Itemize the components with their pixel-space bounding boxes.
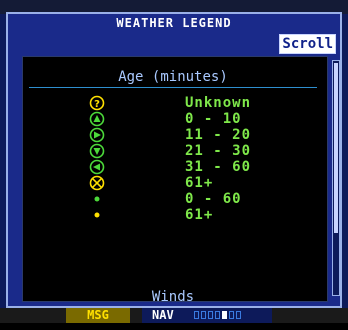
lightning-61plus-icon xyxy=(89,175,105,191)
scrollbar-thumb[interactable] xyxy=(334,63,338,233)
winds-section-title: Winds xyxy=(151,289,195,302)
page-pip xyxy=(201,311,206,319)
legend-row-11-20: 11 - 20 xyxy=(23,127,323,143)
lightning-0-10-icon xyxy=(89,111,105,127)
legend-label: 0 - 60 xyxy=(185,191,242,207)
page-pip xyxy=(194,311,199,319)
svg-text:?: ? xyxy=(94,99,100,110)
legend-row-21-30: 21 - 30 xyxy=(23,143,323,159)
lightning-11-20-icon xyxy=(89,127,105,143)
lightning-21-30-icon xyxy=(89,143,105,159)
lightning-unknown-icon: ? xyxy=(89,95,105,111)
legend-label: 0 - 10 xyxy=(185,111,242,127)
legend-row-31-60: 31 - 60 xyxy=(23,159,323,175)
legend-row-yellow-dot: 61+ xyxy=(23,207,323,223)
page-pip xyxy=(215,311,220,319)
weather-legend-dialog: WEATHER LEGEND Scroll Age (minutes) ? Un… xyxy=(6,12,342,308)
legend-label: Unknown xyxy=(185,95,252,111)
legend-label: 31 - 60 xyxy=(185,159,252,175)
lightning-31-60-icon xyxy=(89,159,105,175)
nav-label: NAV xyxy=(152,308,174,322)
nav-page-indicator: NAV xyxy=(142,308,272,323)
page-pip xyxy=(229,311,234,319)
msg-indicator[interactable]: MSG xyxy=(66,308,130,323)
legend-row-unknown: ? Unknown xyxy=(23,95,323,111)
legend-label: 61+ xyxy=(185,207,214,223)
page-position-pips xyxy=(194,311,243,320)
age-section-title: Age (minutes) xyxy=(118,69,228,85)
scroll-button[interactable]: Scroll xyxy=(279,34,336,54)
legend-label: 61+ xyxy=(185,175,214,191)
section-divider xyxy=(29,87,317,88)
legend-row-green-dot: 0 - 60 xyxy=(23,191,323,207)
page-pip xyxy=(236,311,241,319)
scrollbar[interactable] xyxy=(332,60,340,296)
legend-content: Age (minutes) ? Unknown 0 - 10 11 - 20 2… xyxy=(22,56,328,302)
status-bar: MSG NAV xyxy=(0,308,348,323)
legend-row-61plus: 61+ xyxy=(23,175,323,191)
gps-screen: WEATHER LEGEND Scroll Age (minutes) ? Un… xyxy=(0,0,348,323)
legend-label: 11 - 20 xyxy=(185,127,252,143)
page-pip-active xyxy=(222,311,227,319)
green-dot-icon xyxy=(89,191,105,207)
dialog-title: WEATHER LEGEND xyxy=(116,16,232,30)
page-pip xyxy=(208,311,213,319)
legend-row-0-10: 0 - 10 xyxy=(23,111,323,127)
legend-label: 21 - 30 xyxy=(185,143,252,159)
yellow-dot-icon xyxy=(89,207,105,223)
